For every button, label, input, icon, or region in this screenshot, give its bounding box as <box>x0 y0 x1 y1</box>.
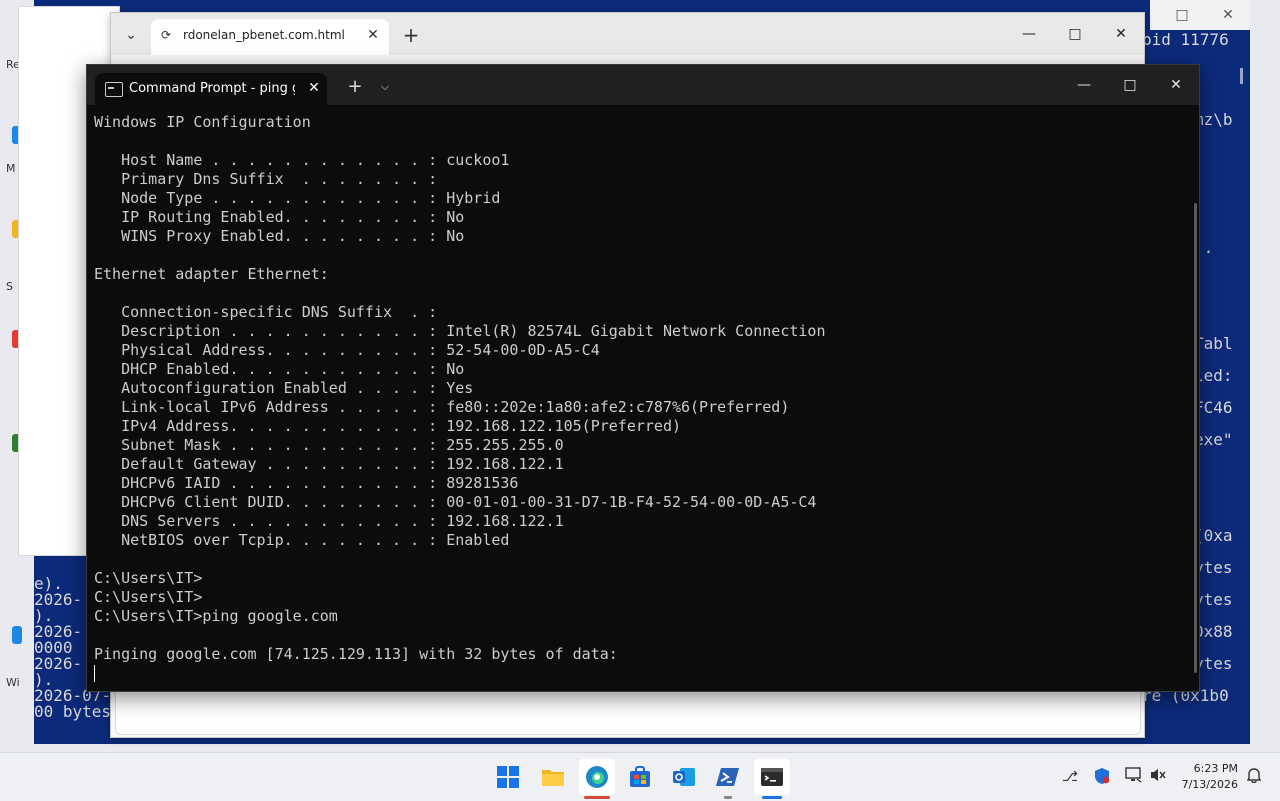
network-icon[interactable] <box>1124 767 1144 787</box>
terminal-line: Default Gateway . . . . . . . . . : 192.… <box>94 455 564 473</box>
usb-icon[interactable]: ⎇ <box>1060 767 1080 787</box>
outlook-icon <box>673 768 695 786</box>
bg-terminal-scrollbar[interactable] <box>1234 60 1250 744</box>
system-clock[interactable]: 6:23 PM 7/13/2026 <box>1176 761 1238 793</box>
terminal-icon <box>105 82 123 97</box>
terminal-line: DHCPv6 IAID . . . . . . . . . . . : 8928… <box>94 474 519 492</box>
terminal-line: Host Name . . . . . . . . . . . . : cuck… <box>94 151 510 169</box>
desktop: pid 11776 mz\b . '. Tabl led: FC46 exe" … <box>0 0 1280 752</box>
browser-page-panel <box>115 685 1141 735</box>
new-tab-button[interactable]: + <box>345 77 365 97</box>
terminal-line: C:\Users\IT>ping google.com <box>94 607 338 625</box>
profile-dropdown-button[interactable]: ⌵ <box>375 77 395 97</box>
cmd-minimize-button[interactable]: — <box>1061 73 1107 97</box>
browser-minimize-button[interactable]: — <box>1007 21 1051 47</box>
terminal-running-indicator <box>762 796 782 799</box>
taskbar: ⎇ 6:23 PM 7/13/2026 <box>0 752 1280 801</box>
browser-tab[interactable]: ⟳ rdonelan_pbenet.com.html ✕ <box>151 19 389 55</box>
bg-text-fragment: 00 bytes <box>34 702 112 721</box>
desktop-icon-label: Wi <box>6 676 20 689</box>
terminal-button[interactable] <box>754 759 790 795</box>
chevron-down-icon: ⌄ <box>125 27 137 43</box>
cmd-tab-title: Command Prompt - ping google.com <box>129 81 295 96</box>
terminal-line: Connection-specific DNS Suffix . : <box>94 303 438 321</box>
desktop-shortcut-icon[interactable] <box>12 626 22 644</box>
bg-window-titlebar: □ ✕ <box>1150 0 1250 30</box>
store-button[interactable] <box>622 759 658 795</box>
terminal-line: Pinging google.com [74.125.129.113] with… <box>94 645 618 663</box>
new-tab-button[interactable]: + <box>399 23 423 47</box>
command-prompt-window[interactable]: Command Prompt - ping google.com ✕ + ⌵ —… <box>86 64 1200 692</box>
clock-date: 7/13/2026 <box>1181 778 1238 791</box>
terminal-line: Windows IP Configuration <box>94 113 311 131</box>
terminal-line: Node Type . . . . . . . . . . . . : Hybr… <box>94 189 501 207</box>
volume-muted-icon[interactable] <box>1148 767 1168 787</box>
bg-text-fragment: pid 11776 <box>1142 30 1229 49</box>
cmd-tab[interactable]: Command Prompt - ping google.com ✕ <box>95 73 327 105</box>
loading-icon: ⟳ <box>161 28 172 42</box>
cmd-close-button[interactable]: ✕ <box>1153 73 1199 97</box>
terminal-line: WINS Proxy Enabled. . . . . . . . : No <box>94 227 465 245</box>
terminal-line: IPv4 Address. . . . . . . . . . . : 192.… <box>94 417 681 435</box>
edge-running-indicator <box>584 796 610 799</box>
edge-button[interactable] <box>579 759 615 795</box>
powershell-icon <box>716 768 739 786</box>
cmd-scrollbar[interactable] <box>1194 203 1197 673</box>
text-cursor <box>94 665 95 682</box>
clock-time: 6:23 PM <box>1193 762 1238 775</box>
windows-logo-icon <box>497 766 519 788</box>
bg-window-close-button[interactable]: ✕ <box>1216 4 1240 26</box>
terminal-line: Primary Dns Suffix . . . . . . . : <box>94 170 438 188</box>
outlook-button[interactable] <box>666 759 702 795</box>
folder-icon <box>542 770 564 786</box>
edge-icon <box>586 766 608 788</box>
terminal-line: Description . . . . . . . . . . . : Inte… <box>94 322 826 340</box>
tab-list-dropdown[interactable]: ⌄ <box>117 21 145 49</box>
terminal-line: Link-local IPv6 Address . . . . . : fe80… <box>94 398 790 416</box>
terminal-line: Ethernet adapter Ethernet: <box>94 265 329 283</box>
cmd-titlebar: Command Prompt - ping google.com ✕ + ⌵ —… <box>87 65 1199 105</box>
terminal-line: C:\Users\IT> <box>94 588 203 606</box>
start-button[interactable] <box>490 759 526 795</box>
terminal-line: DHCP Enabled. . . . . . . . . . . : No <box>94 360 465 378</box>
powershell-running-indicator <box>724 796 732 799</box>
browser-close-button[interactable]: ✕ <box>1099 21 1143 47</box>
terminal-line: DNS Servers . . . . . . . . . . . : 192.… <box>94 512 564 530</box>
security-shield-icon[interactable] <box>1092 767 1112 787</box>
powershell-button[interactable] <box>710 759 746 795</box>
bg-window-maximize-button[interactable]: □ <box>1170 4 1194 26</box>
terminal-line: Physical Address. . . . . . . . . : 52-5… <box>94 341 600 359</box>
store-icon <box>630 766 650 787</box>
terminal-line: IP Routing Enabled. . . . . . . . : No <box>94 208 465 226</box>
file-explorer-button[interactable] <box>535 759 571 795</box>
browser-tab-title: rdonelan_pbenet.com.html <box>183 28 345 42</box>
notification-icon[interactable] <box>1244 767 1264 787</box>
terminal-icon <box>761 768 783 786</box>
cmd-maximize-button[interactable]: □ <box>1107 73 1153 97</box>
desktop-icon-label: M <box>6 162 16 175</box>
terminal-line: DHCPv6 Client DUID. . . . . . . . : 00-0… <box>94 493 817 511</box>
close-tab-button[interactable]: ✕ <box>363 25 383 45</box>
chevron-down-icon: ⌵ <box>380 80 390 93</box>
terminal-line: C:\Users\IT> <box>94 569 203 587</box>
terminal-output[interactable]: Windows IP Configuration Host Name . . .… <box>87 105 1187 691</box>
terminal-line: Autoconfiguration Enabled . . . . : Yes <box>94 379 474 397</box>
browser-tab-strip: ⌄ ⟳ rdonelan_pbenet.com.html ✕ + — □ ✕ <box>111 13 1144 55</box>
terminal-line: Subnet Mask . . . . . . . . . . . : 255.… <box>94 436 564 454</box>
browser-maximize-button[interactable]: □ <box>1053 21 1097 47</box>
desktop-icon-label: S <box>6 280 13 293</box>
terminal-line: NetBIOS over Tcpip. . . . . . . . : Enab… <box>94 531 510 549</box>
close-tab-button[interactable]: ✕ <box>305 79 323 97</box>
